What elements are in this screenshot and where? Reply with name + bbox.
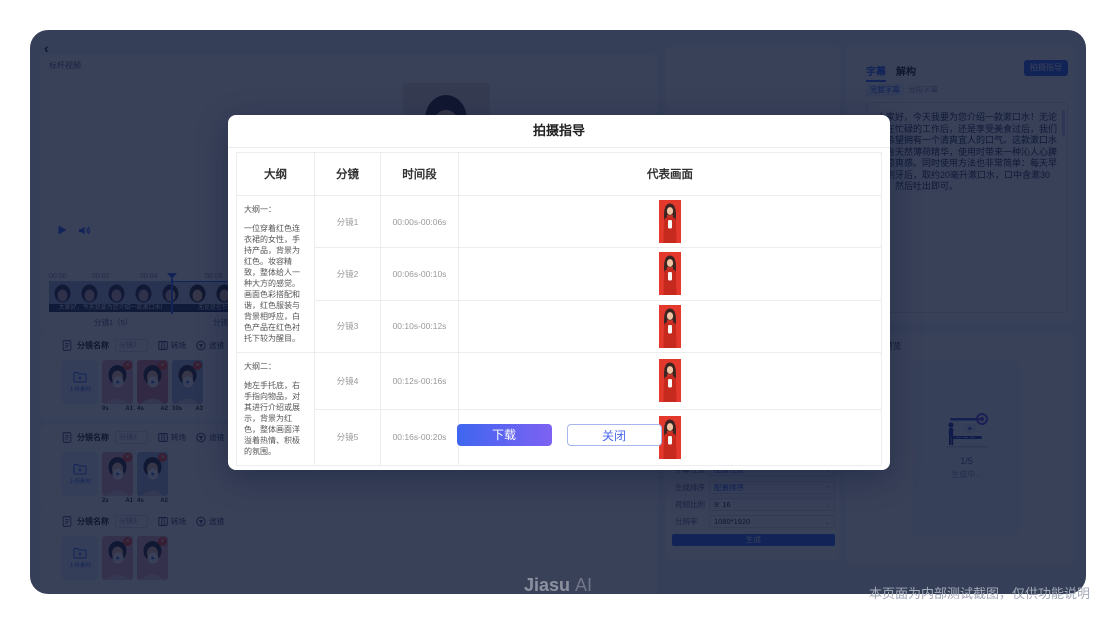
frame-cell <box>459 353 882 410</box>
col-header-time: 时间段 <box>381 153 459 196</box>
time-cell: 00:10s-00:12s <box>381 300 459 352</box>
frame-cell <box>459 196 882 248</box>
table-row: 分镜2 00:06s-00:10s <box>237 248 882 300</box>
frame-cell <box>459 248 882 300</box>
representative-frame-image <box>659 305 681 348</box>
table-header-row: 大纲 分镜 时间段 代表画面 <box>237 153 882 196</box>
col-header-shot: 分镜 <box>315 153 381 196</box>
time-cell: 00:12s-00:16s <box>381 353 459 410</box>
outline-cell: 大纲二： 她左手托底，右手指向物品，对其进行介绍或展示，背景为红色，整体画面洋溢… <box>237 353 315 466</box>
frame-cell <box>459 300 882 352</box>
table-row: 分镜3 00:10s-00:12s <box>237 300 882 352</box>
brand-logo: JiasuAI <box>524 575 592 596</box>
table-row: 大纲一： 一位穿着红色连衣裙的女性，手持产品，背景为红色。妆容精致，整体给人一种… <box>237 196 882 248</box>
close-button[interactable]: 关闭 <box>567 424 662 446</box>
shot-cell: 分镜2 <box>315 248 381 300</box>
shot-cell: 分镜3 <box>315 300 381 352</box>
disclaimer-text: 本页面为内部测试截图，仅供功能说明 <box>869 583 1090 602</box>
shooting-guide-modal: 拍摄指导 大纲 分镜 时间段 代表画面 大纲一： 一位穿着红色连衣裙的女性，手持… <box>228 115 890 470</box>
representative-frame-image <box>659 359 681 402</box>
time-cell: 00:06s-00:10s <box>381 248 459 300</box>
shooting-guide-table: 大纲 分镜 时间段 代表画面 大纲一： 一位穿着红色连衣裙的女性，手持产品，背景… <box>236 152 882 466</box>
shot-cell: 分镜4 <box>315 353 381 410</box>
time-cell: 00:00s-00:06s <box>381 196 459 248</box>
table-row: 大纲二： 她左手托底，右手指向物品，对其进行介绍或展示，背景为红色，整体画面洋溢… <box>237 353 882 410</box>
col-header-frame: 代表画面 <box>459 153 882 196</box>
download-button[interactable]: 下载 <box>457 424 552 446</box>
modal-title: 拍摄指导 <box>228 115 890 148</box>
representative-frame-image <box>659 252 681 295</box>
outline-cell: 大纲一： 一位穿着红色连衣裙的女性，手持产品，背景为红色。妆容精致，整体给人一种… <box>237 196 315 353</box>
col-header-outline: 大纲 <box>237 153 315 196</box>
representative-frame-image <box>659 200 681 243</box>
screenshot-root: ‹ 标杆视频 00:00 00:02 00:04 00:06 大家好，今天我要为… <box>0 0 1116 624</box>
shot-cell: 分镜1 <box>315 196 381 248</box>
